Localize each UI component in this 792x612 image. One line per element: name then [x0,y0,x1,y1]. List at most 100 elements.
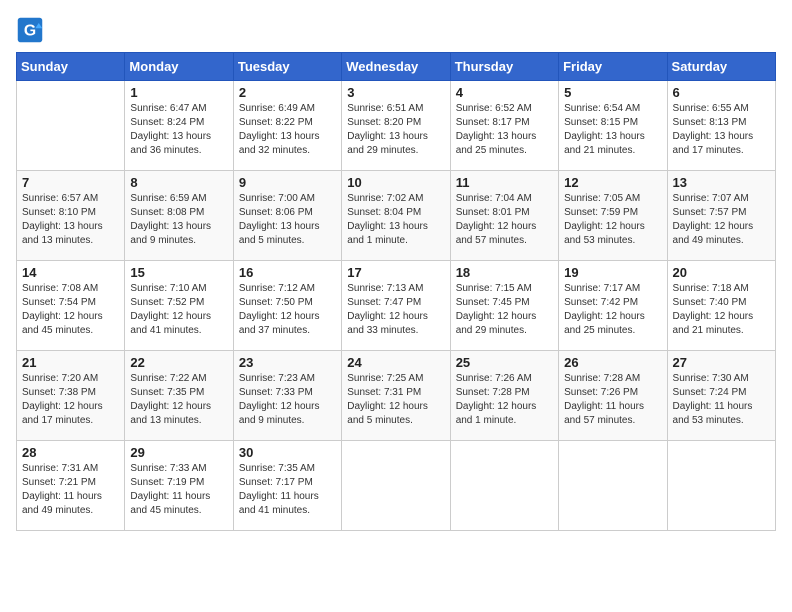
day-number: 17 [347,265,444,280]
day-header-saturday: Saturday [667,53,775,81]
day-info: Sunrise: 7:22 AM Sunset: 7:35 PM Dayligh… [130,372,227,428]
day-info: Sunrise: 6:47 AM Sunset: 8:24 PM Dayligh… [130,102,227,158]
day-info: Sunrise: 6:59 AM Sunset: 8:08 PM Dayligh… [130,192,227,248]
day-info: Sunrise: 7:07 AM Sunset: 7:57 PM Dayligh… [673,192,770,248]
calendar-cell: 25 Sunrise: 7:26 AM Sunset: 7:28 PM Dayli… [450,351,558,441]
calendar-cell: 17 Sunrise: 7:13 AM Sunset: 7:47 PM Dayli… [342,261,450,351]
logo-icon: G [16,16,44,44]
day-number: 22 [130,355,227,370]
day-number: 30 [239,445,336,460]
day-number: 4 [456,85,553,100]
week-row-4: 21 Sunrise: 7:20 AM Sunset: 7:38 PM Dayli… [17,351,776,441]
day-info: Sunrise: 7:18 AM Sunset: 7:40 PM Dayligh… [673,282,770,338]
calendar-cell: 21 Sunrise: 7:20 AM Sunset: 7:38 PM Dayli… [17,351,125,441]
day-number: 15 [130,265,227,280]
calendar-cell: 23 Sunrise: 7:23 AM Sunset: 7:33 PM Dayli… [233,351,341,441]
day-info: Sunrise: 7:35 AM Sunset: 7:17 PM Dayligh… [239,462,336,518]
calendar-cell: 28 Sunrise: 7:31 AM Sunset: 7:21 PM Dayli… [17,441,125,531]
day-info: Sunrise: 7:12 AM Sunset: 7:50 PM Dayligh… [239,282,336,338]
day-info: Sunrise: 7:26 AM Sunset: 7:28 PM Dayligh… [456,372,553,428]
day-number: 28 [22,445,119,460]
calendar-cell: 22 Sunrise: 7:22 AM Sunset: 7:35 PM Dayli… [125,351,233,441]
calendar-cell: 12 Sunrise: 7:05 AM Sunset: 7:59 PM Dayli… [559,171,667,261]
day-info: Sunrise: 6:51 AM Sunset: 8:20 PM Dayligh… [347,102,444,158]
day-info: Sunrise: 7:23 AM Sunset: 7:33 PM Dayligh… [239,372,336,428]
day-info: Sunrise: 7:08 AM Sunset: 7:54 PM Dayligh… [22,282,119,338]
day-info: Sunrise: 7:28 AM Sunset: 7:26 PM Dayligh… [564,372,661,428]
week-row-1: 1 Sunrise: 6:47 AM Sunset: 8:24 PM Daylig… [17,81,776,171]
calendar-cell: 10 Sunrise: 7:02 AM Sunset: 8:04 PM Dayli… [342,171,450,261]
day-info: Sunrise: 7:25 AM Sunset: 7:31 PM Dayligh… [347,372,444,428]
calendar-cell: 20 Sunrise: 7:18 AM Sunset: 7:40 PM Dayli… [667,261,775,351]
calendar-table: SundayMondayTuesdayWednesdayThursdayFrid… [16,52,776,531]
calendar-cell: 7 Sunrise: 6:57 AM Sunset: 8:10 PM Daylig… [17,171,125,261]
week-row-3: 14 Sunrise: 7:08 AM Sunset: 7:54 PM Dayli… [17,261,776,351]
day-info: Sunrise: 7:10 AM Sunset: 7:52 PM Dayligh… [130,282,227,338]
day-number: 8 [130,175,227,190]
calendar-cell: 27 Sunrise: 7:30 AM Sunset: 7:24 PM Dayli… [667,351,775,441]
day-number: 20 [673,265,770,280]
calendar-cell [559,441,667,531]
day-number: 19 [564,265,661,280]
calendar-cell: 11Sunrise: 7:04 AM Sunset: 8:01 PM Dayli… [450,171,558,261]
day-info: Sunrise: 7:05 AM Sunset: 7:59 PM Dayligh… [564,192,661,248]
day-number: 10 [347,175,444,190]
calendar-cell: 30 Sunrise: 7:35 AM Sunset: 7:17 PM Dayli… [233,441,341,531]
day-number: 6 [673,85,770,100]
calendar-cell [450,441,558,531]
calendar-cell: 5 Sunrise: 6:54 AM Sunset: 8:15 PM Daylig… [559,81,667,171]
calendar-cell: 16Sunrise: 7:12 AM Sunset: 7:50 PM Dayli… [233,261,341,351]
day-info: Sunrise: 7:20 AM Sunset: 7:38 PM Dayligh… [22,372,119,428]
week-row-5: 28 Sunrise: 7:31 AM Sunset: 7:21 PM Dayli… [17,441,776,531]
day-header-thursday: Thursday [450,53,558,81]
day-info: Sunrise: 7:30 AM Sunset: 7:24 PM Dayligh… [673,372,770,428]
day-number: 12 [564,175,661,190]
day-info: Sunrise: 7:00 AM Sunset: 8:06 PM Dayligh… [239,192,336,248]
calendar-cell: 29Sunrise: 7:33 AM Sunset: 7:19 PM Dayli… [125,441,233,531]
svg-text:G: G [24,22,36,39]
day-number: 1 [130,85,227,100]
calendar-cell: 9 Sunrise: 7:00 AM Sunset: 8:06 PM Daylig… [233,171,341,261]
calendar-cell [17,81,125,171]
day-number: 21 [22,355,119,370]
day-info: Sunrise: 6:49 AM Sunset: 8:22 PM Dayligh… [239,102,336,158]
calendar-cell: 24 Sunrise: 7:25 AM Sunset: 7:31 PM Dayli… [342,351,450,441]
day-number: 26 [564,355,661,370]
day-number: 2 [239,85,336,100]
calendar-cell: 14 Sunrise: 7:08 AM Sunset: 7:54 PM Dayli… [17,261,125,351]
day-header-wednesday: Wednesday [342,53,450,81]
day-number: 11 [456,175,553,190]
calendar-cell: 6Sunrise: 6:55 AM Sunset: 8:13 PM Daylig… [667,81,775,171]
day-number: 24 [347,355,444,370]
day-header-friday: Friday [559,53,667,81]
calendar-cell: 4Sunrise: 6:52 AM Sunset: 8:17 PM Daylig… [450,81,558,171]
day-info: Sunrise: 7:13 AM Sunset: 7:47 PM Dayligh… [347,282,444,338]
day-header-monday: Monday [125,53,233,81]
day-number: 14 [22,265,119,280]
calendar-cell: 26 Sunrise: 7:28 AM Sunset: 7:26 PM Dayli… [559,351,667,441]
day-info: Sunrise: 7:33 AM Sunset: 7:19 PM Dayligh… [130,462,227,518]
calendar-cell: 3Sunrise: 6:51 AM Sunset: 8:20 PM Daylig… [342,81,450,171]
calendar-cell: 15 Sunrise: 7:10 AM Sunset: 7:52 PM Dayli… [125,261,233,351]
calendar-cell: 2 Sunrise: 6:49 AM Sunset: 8:22 PM Daylig… [233,81,341,171]
day-info: Sunrise: 6:57 AM Sunset: 8:10 PM Dayligh… [22,192,119,248]
day-info: Sunrise: 7:31 AM Sunset: 7:21 PM Dayligh… [22,462,119,518]
day-info: Sunrise: 7:15 AM Sunset: 7:45 PM Dayligh… [456,282,553,338]
day-info: Sunrise: 7:02 AM Sunset: 8:04 PM Dayligh… [347,192,444,248]
day-number: 18 [456,265,553,280]
day-number: 25 [456,355,553,370]
day-header-tuesday: Tuesday [233,53,341,81]
day-number: 5 [564,85,661,100]
calendar-cell: 19 Sunrise: 7:17 AM Sunset: 7:42 PM Dayli… [559,261,667,351]
calendar-cell [667,441,775,531]
calendar-cell: 8 Sunrise: 6:59 AM Sunset: 8:08 PM Daylig… [125,171,233,261]
day-number: 23 [239,355,336,370]
day-number: 13 [673,175,770,190]
days-header-row: SundayMondayTuesdayWednesdayThursdayFrid… [17,53,776,81]
day-header-sunday: Sunday [17,53,125,81]
day-info: Sunrise: 6:54 AM Sunset: 8:15 PM Dayligh… [564,102,661,158]
day-number: 7 [22,175,119,190]
day-number: 27 [673,355,770,370]
day-number: 9 [239,175,336,190]
day-info: Sunrise: 7:17 AM Sunset: 7:42 PM Dayligh… [564,282,661,338]
